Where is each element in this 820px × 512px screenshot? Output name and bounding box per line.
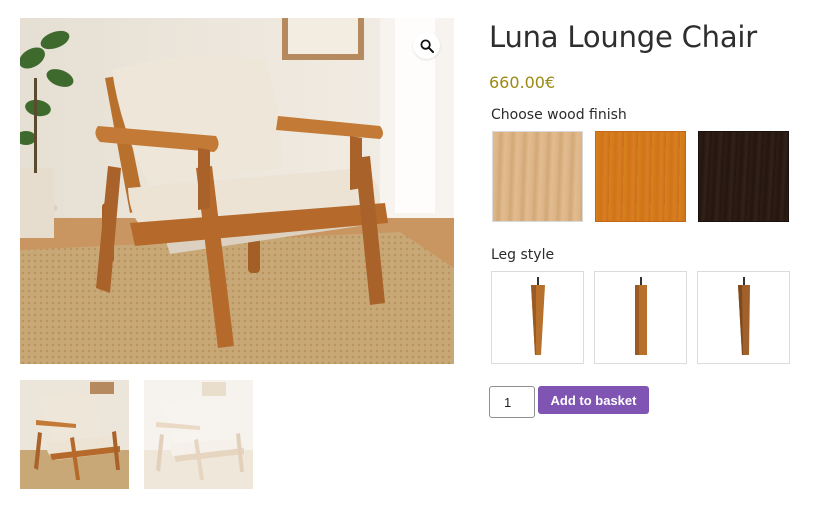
thumbnail-image-light	[144, 380, 253, 489]
leg-style-label: Leg style	[491, 247, 555, 263]
quantity-input[interactable]	[489, 386, 535, 418]
leg-option-tapered[interactable]	[491, 271, 584, 364]
swatch-cherry[interactable]	[595, 131, 686, 222]
zoom-button[interactable]	[413, 32, 440, 59]
thumbnail-image-oak	[20, 380, 129, 489]
swatch-espresso[interactable]	[698, 131, 789, 222]
wood-finish-label: Choose wood finish	[491, 107, 627, 123]
product-title: Luna Lounge Chair	[489, 20, 757, 54]
product-price: 660.00€	[489, 73, 556, 92]
main-product-image[interactable]	[20, 18, 454, 364]
magnifier-icon	[420, 39, 434, 53]
leg-option-angled[interactable]	[697, 271, 790, 364]
angled-leg-icon	[737, 276, 750, 355]
swatch-light-oak[interactable]	[492, 131, 583, 222]
gallery-thumbnail-1[interactable]	[20, 380, 129, 489]
chair-photo	[20, 18, 454, 364]
add-to-basket-button[interactable]: Add to basket	[538, 386, 649, 414]
gallery-thumbnail-2[interactable]	[144, 380, 253, 489]
tapered-leg-icon	[530, 276, 545, 355]
leg-option-straight[interactable]	[594, 271, 687, 364]
straight-leg-icon	[634, 276, 647, 355]
